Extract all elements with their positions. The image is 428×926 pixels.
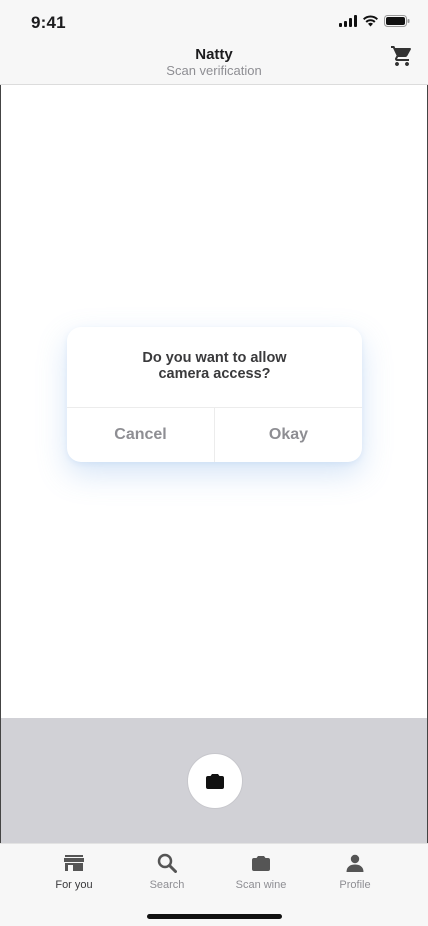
home-indicator xyxy=(147,914,282,919)
nav-header: Natty Scan verification xyxy=(0,44,428,85)
okay-button[interactable]: Okay xyxy=(214,408,362,462)
store-icon xyxy=(64,855,84,871)
tab-label: Scan wine xyxy=(235,879,287,891)
person-icon xyxy=(346,854,364,872)
scan-icon xyxy=(252,856,270,871)
tab-search[interactable]: Search xyxy=(122,852,212,896)
tab-profile[interactable]: Profile xyxy=(310,852,400,896)
shutter-button[interactable] xyxy=(187,753,243,809)
status-bar: 9:41 xyxy=(0,0,428,44)
status-time: 9:41 xyxy=(31,13,66,32)
cart-icon xyxy=(391,46,411,66)
status-icons xyxy=(339,15,410,27)
tab-for-you[interactable]: For you xyxy=(29,852,119,896)
wifi-icon xyxy=(363,15,378,27)
signal-icon xyxy=(339,15,357,27)
battery-icon xyxy=(384,15,410,27)
tab-scan-wine[interactable]: Scan wine xyxy=(216,852,306,896)
tab-label: Profile xyxy=(339,879,371,891)
tab-label: Search xyxy=(149,879,185,891)
tab-label: For you xyxy=(55,879,93,891)
dialog-message: Do you want to allow camera access? xyxy=(142,350,287,382)
page-subtitle: Scan verification xyxy=(166,63,262,78)
camera-permission-dialog: Do you want to allow camera access? Canc… xyxy=(67,327,362,462)
page-title: Natty xyxy=(195,46,233,63)
camera-controls-panel xyxy=(0,718,428,843)
cancel-button[interactable]: Cancel xyxy=(67,408,214,462)
camera-icon xyxy=(206,774,224,789)
search-icon xyxy=(157,853,177,873)
dialog-actions: Cancel Okay xyxy=(67,407,362,462)
cart-button[interactable] xyxy=(390,44,414,68)
tab-bar: For you Search Scan wine Profile xyxy=(0,843,428,926)
